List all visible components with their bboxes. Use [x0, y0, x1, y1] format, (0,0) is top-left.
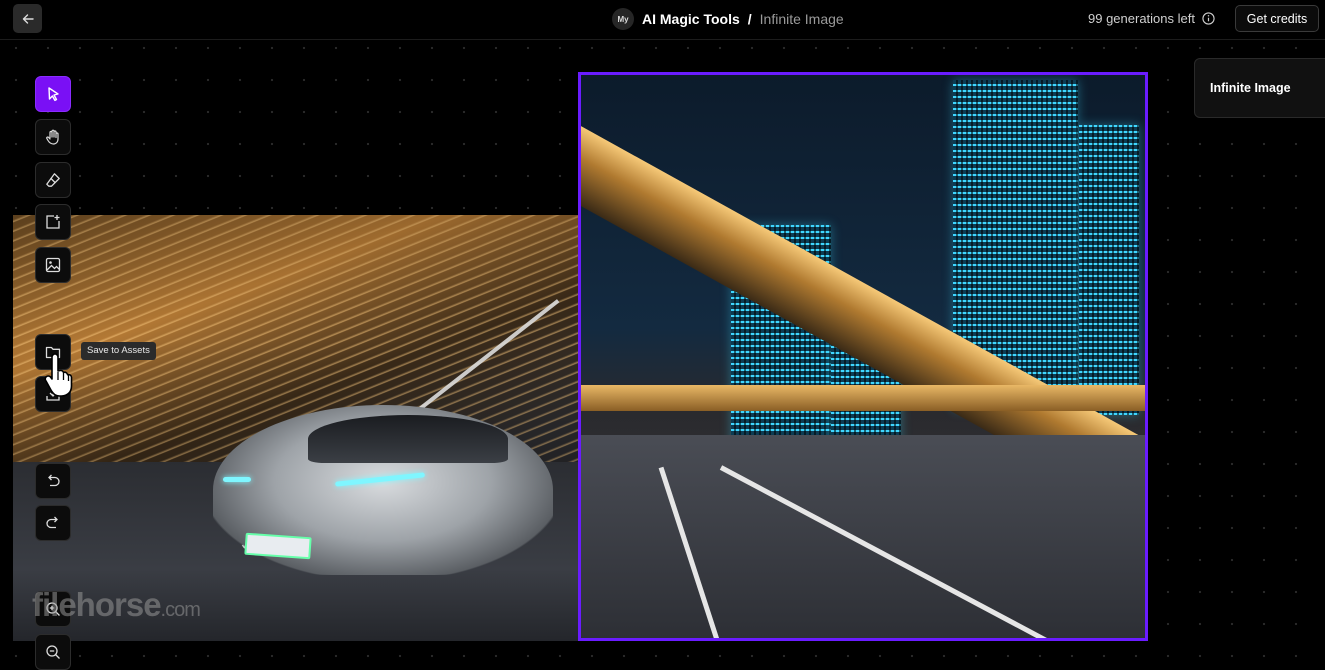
eraser-tool-button[interactable]	[35, 162, 71, 198]
app-logo[interactable]: My	[612, 8, 634, 30]
breadcrumb-separator: /	[747, 11, 752, 27]
info-icon[interactable]	[1202, 12, 1215, 25]
image-icon	[45, 257, 61, 273]
top-bar: My AI Magic Tools / Infinite Image 99 ge…	[0, 0, 1325, 40]
generations-counter: 99 generations left	[1088, 11, 1215, 26]
car-windshield	[308, 415, 508, 463]
hand-icon	[46, 129, 59, 145]
watermark: filehorse.com	[32, 586, 201, 624]
eraser-icon	[46, 173, 60, 187]
get-credits-button[interactable]: Get credits	[1235, 5, 1319, 32]
watermark-text: filehorse	[32, 586, 162, 623]
breadcrumb-current-page: Infinite Image	[759, 11, 844, 27]
zoom-out-button[interactable]	[35, 634, 71, 670]
car-headlight-left	[223, 477, 251, 482]
license-plate	[244, 532, 312, 560]
select-tool-button[interactable]	[35, 76, 71, 112]
pan-tool-button[interactable]	[35, 119, 71, 155]
redo-icon	[46, 516, 58, 529]
image-tool-button[interactable]	[35, 247, 71, 283]
panel-title: Infinite Image	[1210, 81, 1291, 95]
breadcrumb: My AI Magic Tools / Infinite Image	[612, 8, 844, 30]
canvas-image-selected-frame[interactable]	[578, 72, 1148, 641]
arrow-left-icon	[22, 13, 34, 24]
canvas-image-car[interactable]	[13, 215, 580, 641]
skyscraper	[1079, 125, 1139, 415]
undo-button[interactable]	[35, 463, 71, 499]
guard-rail	[581, 385, 1145, 411]
redo-button[interactable]	[35, 505, 71, 541]
back-button[interactable]	[13, 4, 42, 33]
undo-icon	[48, 474, 60, 487]
watermark-suffix: .com	[160, 599, 201, 621]
generations-left-text: 99 generations left	[1088, 11, 1195, 26]
infinite-image-panel[interactable]: Infinite Image	[1194, 58, 1325, 118]
add-frame-icon	[46, 215, 60, 229]
hand-pointer-cursor-icon	[44, 353, 73, 397]
add-frame-tool-button[interactable]	[35, 204, 71, 240]
road-surface	[581, 435, 1145, 638]
zoom-out-icon	[46, 645, 60, 659]
save-to-assets-tooltip: Save to Assets	[81, 342, 156, 360]
cursor-arrow-icon	[48, 87, 59, 102]
breadcrumb-app[interactable]: AI Magic Tools	[642, 11, 740, 27]
